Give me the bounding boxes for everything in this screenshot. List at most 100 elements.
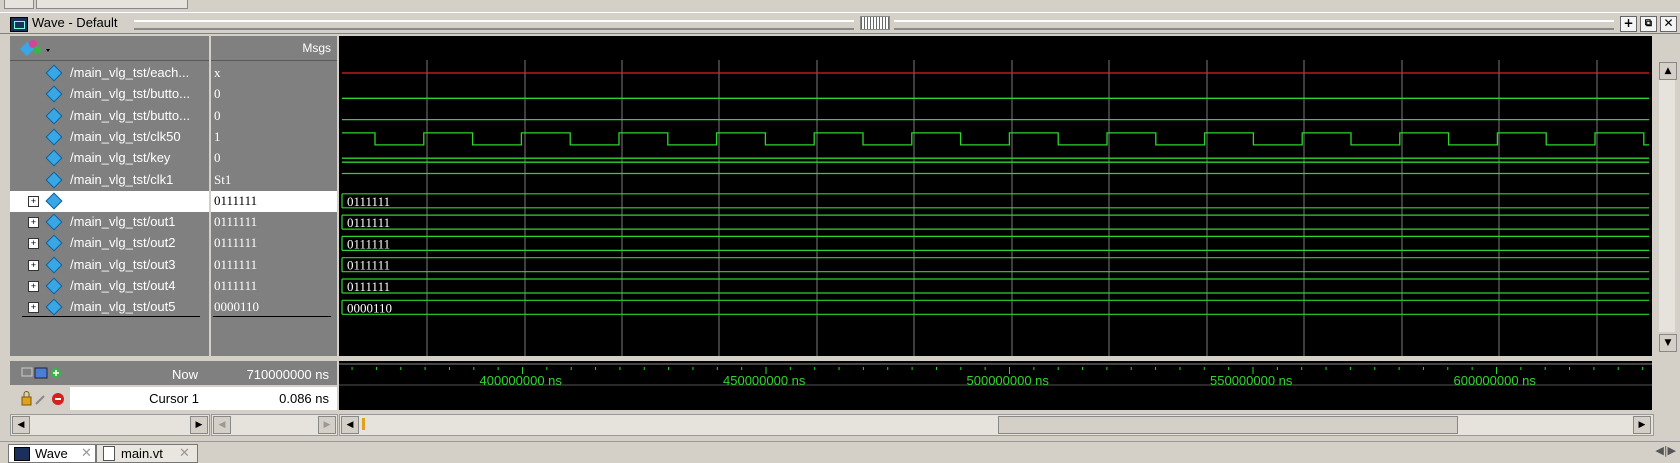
signal-name: /main_vlg_tst/out2 <box>70 235 176 251</box>
signal-row[interactable]: /main_vlg_tst/butto... <box>10 84 209 105</box>
signal-value-row[interactable]: 0111111 <box>211 212 337 233</box>
signal-value-row[interactable]: 0 <box>211 84 337 105</box>
close-icon[interactable]: ✕ <box>179 445 190 461</box>
tab-wave[interactable]: Wave ✕ <box>8 444 96 463</box>
tab-main-vt[interactable]: main.vt ✕ <box>96 444 198 463</box>
signal-value-row[interactable]: 0111111 <box>211 255 337 276</box>
wave-scroll-thumb[interactable] <box>998 416 1458 434</box>
signal-name: /main_vlg_tst/out0 <box>70 192 176 208</box>
add-button[interactable]: + <box>1620 16 1637 32</box>
vertical-scrollbar[interactable]: ▲ ▼ <box>1654 36 1680 356</box>
signal-value-row[interactable]: x <box>211 63 337 84</box>
tab-main-vt-label: main.vt <box>121 446 163 461</box>
cursor-name-field[interactable]: Cursor 1 <box>70 387 211 410</box>
signal-diamond-icon <box>45 107 63 125</box>
names-scroll-right[interactable]: ▶ <box>190 416 208 434</box>
wave-scroll-marker <box>362 418 365 430</box>
signal-row[interactable]: /main_vlg_tst/clk50 <box>10 127 209 148</box>
signal-value: 1 <box>214 128 221 144</box>
expand-plus-icon[interactable]: + <box>28 238 39 250</box>
waveform-pane[interactable]: 0111111 0111111 0111111 0111111 0111111 00001… <box>339 36 1652 356</box>
waveform-canvas[interactable]: 0111111 0111111 0111111 0111111 0111111 00001… <box>339 36 1652 356</box>
tab-nav-arrows[interactable]: ◀|▶ <box>1655 444 1676 457</box>
signal-row[interactable]: /main_vlg_tst/clk1 <box>10 170 209 191</box>
signal-value-row[interactable]: St1 <box>211 170 337 191</box>
signal-diamond-icon <box>45 277 63 295</box>
signal-diamond-icon <box>45 213 63 231</box>
cursor-value-field[interactable]: 0.086 ns <box>211 387 337 410</box>
bus-value-label: 0111111 <box>347 194 390 209</box>
window-title: Wave - Default <box>32 15 118 30</box>
names-scroll-left[interactable]: ◀ <box>12 416 30 434</box>
expand-plus-icon[interactable]: + <box>28 281 39 292</box>
titlebar-grip-knob[interactable] <box>860 16 890 30</box>
signal-value-row[interactable]: 1 <box>211 127 337 148</box>
signal-row[interactable]: + /main_vlg_tst/out0 <box>10 190 209 212</box>
signal-value-row[interactable]: 0111111 <box>211 276 337 297</box>
expand-plus-icon[interactable]: + <box>28 217 39 229</box>
tab-wave-label: Wave <box>35 446 68 461</box>
time-ruler[interactable]: 400000000 ns 450000000 ns 500000000 ns 5500… <box>339 361 1652 410</box>
signal-value-row[interactable]: 0 <box>211 148 337 169</box>
signal-diamond-icon <box>45 85 63 103</box>
bus-value-label: 0111111 <box>347 258 390 273</box>
palette-icon[interactable] <box>20 38 54 58</box>
signal-name: /main_vlg_tst/out5 <box>70 299 176 315</box>
names-header <box>10 36 209 61</box>
expand-plus-icon[interactable]: + <box>28 302 39 314</box>
close-button[interactable]: ✕ <box>1660 16 1677 32</box>
row-divider <box>213 315 331 317</box>
bus-value-label: 0111111 <box>347 279 390 294</box>
wave-scroll-right[interactable]: ▶ <box>1633 416 1651 434</box>
time-tick-label: 400000000 ns <box>479 373 562 388</box>
values-scroll-left[interactable]: ◀ <box>213 416 231 434</box>
signal-clk50-wave <box>342 132 1649 146</box>
signal-diamond-icon <box>45 298 63 316</box>
signal-row[interactable]: + /main_vlg_tst/out4 <box>10 276 209 297</box>
signal-value: 0111111 <box>214 256 258 272</box>
signal-diamond-icon <box>45 256 63 274</box>
signal-value-row[interactable]: 0111111 <box>211 233 337 254</box>
signal-value-row[interactable]: 0111111 <box>211 190 337 212</box>
values-hscrollbar[interactable]: ◀ ▶ <box>211 414 338 436</box>
bus-value-label: 0111111 <box>347 215 390 230</box>
top-tab-right[interactable] <box>36 0 188 9</box>
titlebar-grip-left[interactable] <box>134 20 854 30</box>
signal-row[interactable]: /main_vlg_tst/butto... <box>10 106 209 127</box>
names-hscrollbar[interactable]: ◀ ▶ <box>10 414 210 436</box>
now-toolbar-icons[interactable] <box>20 365 64 381</box>
signal-name: /main_vlg_tst/each... <box>70 65 190 80</box>
values-header: Msgs <box>211 36 337 61</box>
expand-plus-icon[interactable]: + <box>28 259 39 271</box>
scroll-track[interactable] <box>1659 80 1675 332</box>
wave-hscrollbar[interactable]: ◀ ▶ <box>339 414 1654 436</box>
time-tick-label: 500000000 ns <box>966 373 1049 388</box>
titlebar-grip-right[interactable] <box>894 20 1614 30</box>
signal-row[interactable]: + /main_vlg_tst/out1 <box>10 212 209 233</box>
wave-scroll-left[interactable]: ◀ <box>341 416 359 434</box>
signal-name: /main_vlg_tst/butto... <box>70 107 190 123</box>
time-tick-label: 600000000 ns <box>1453 373 1536 388</box>
scroll-up-button[interactable]: ▲ <box>1659 62 1677 80</box>
cursor-value: 0.086 ns <box>279 391 329 406</box>
top-strip <box>0 0 1680 12</box>
signal-value: 0 <box>214 107 221 123</box>
bus-value-label: 0000110 <box>347 300 392 315</box>
signal-value-row[interactable]: 0 <box>211 106 337 127</box>
values-scroll-right[interactable]: ▶ <box>318 416 336 434</box>
now-value: 710000000 ns <box>246 367 329 382</box>
signal-name: /main_vlg_tst/clk50 <box>70 128 181 144</box>
signal-values-pane: Msgs x 0 0 1 0 St1 0111111 0111111 0111111 011111… <box>211 36 337 356</box>
top-tab-left[interactable] <box>4 0 34 9</box>
signal-name: /main_vlg_tst/out3 <box>70 256 176 272</box>
scroll-down-button[interactable]: ▼ <box>1659 334 1677 352</box>
restore-button[interactable]: ⧉ <box>1640 16 1657 32</box>
close-icon[interactable]: ✕ <box>81 445 92 461</box>
signal-row[interactable]: /main_vlg_tst/each... <box>10 63 209 84</box>
document-icon <box>103 446 115 461</box>
signal-row[interactable]: /main_vlg_tst/key <box>10 148 209 169</box>
signal-row[interactable]: + /main_vlg_tst/out3 <box>10 255 209 276</box>
expand-plus-icon[interactable]: + <box>28 195 39 207</box>
cursor-toolbar-icons[interactable] <box>20 390 68 408</box>
signal-row[interactable]: + /main_vlg_tst/out2 <box>10 233 209 254</box>
